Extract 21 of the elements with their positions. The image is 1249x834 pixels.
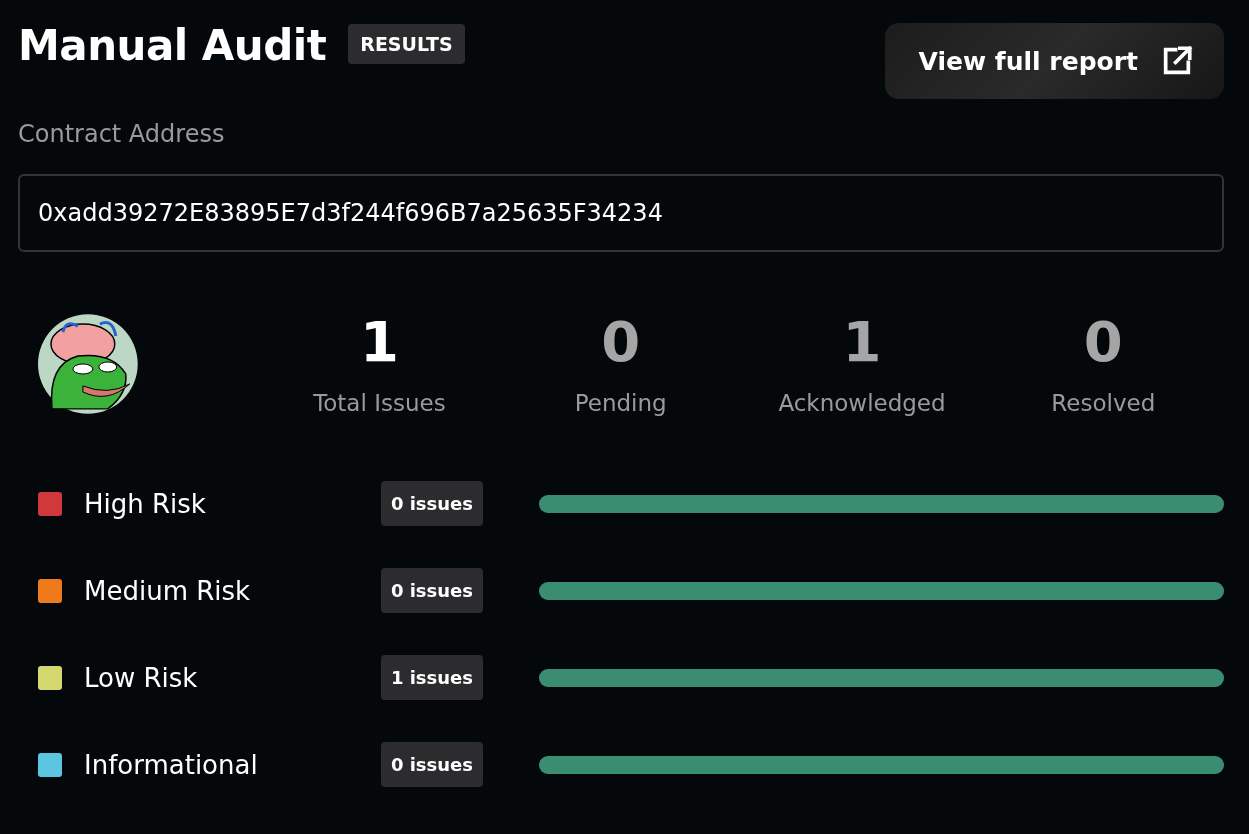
issue-count-badge: 0 issues [380,742,483,787]
stat-value: 1 [359,312,399,372]
stat-label: Acknowledged [778,390,946,416]
issue-count-badge: 1 issues [380,655,483,700]
issue-count-badge: 0 issues [380,481,483,526]
stat-label: Pending [574,390,667,416]
risk-name: Informational [84,749,259,780]
stat-value: 0 [601,312,641,372]
results-badge: RESULTS [348,24,465,64]
stat-value: 1 [842,312,882,372]
risk-name: Low Risk [84,662,199,693]
page-title: Manual Audit [18,20,327,72]
risk-name: Medium Risk [84,575,252,606]
stat-label: Resolved [1051,390,1156,416]
risk-name: High Risk [84,488,207,519]
stat-label: Total Issues [313,390,446,416]
contract-address-label: Contract Address [18,120,226,148]
issue-count-badge: 0 issues [380,568,483,613]
contract-address-field[interactable]: 0xadd39272E83895E7d3f244f696B7a25635F34234 [18,174,1224,252]
stat-value: 0 [1083,312,1123,372]
view-report-button[interactable]: View full report [884,23,1224,99]
